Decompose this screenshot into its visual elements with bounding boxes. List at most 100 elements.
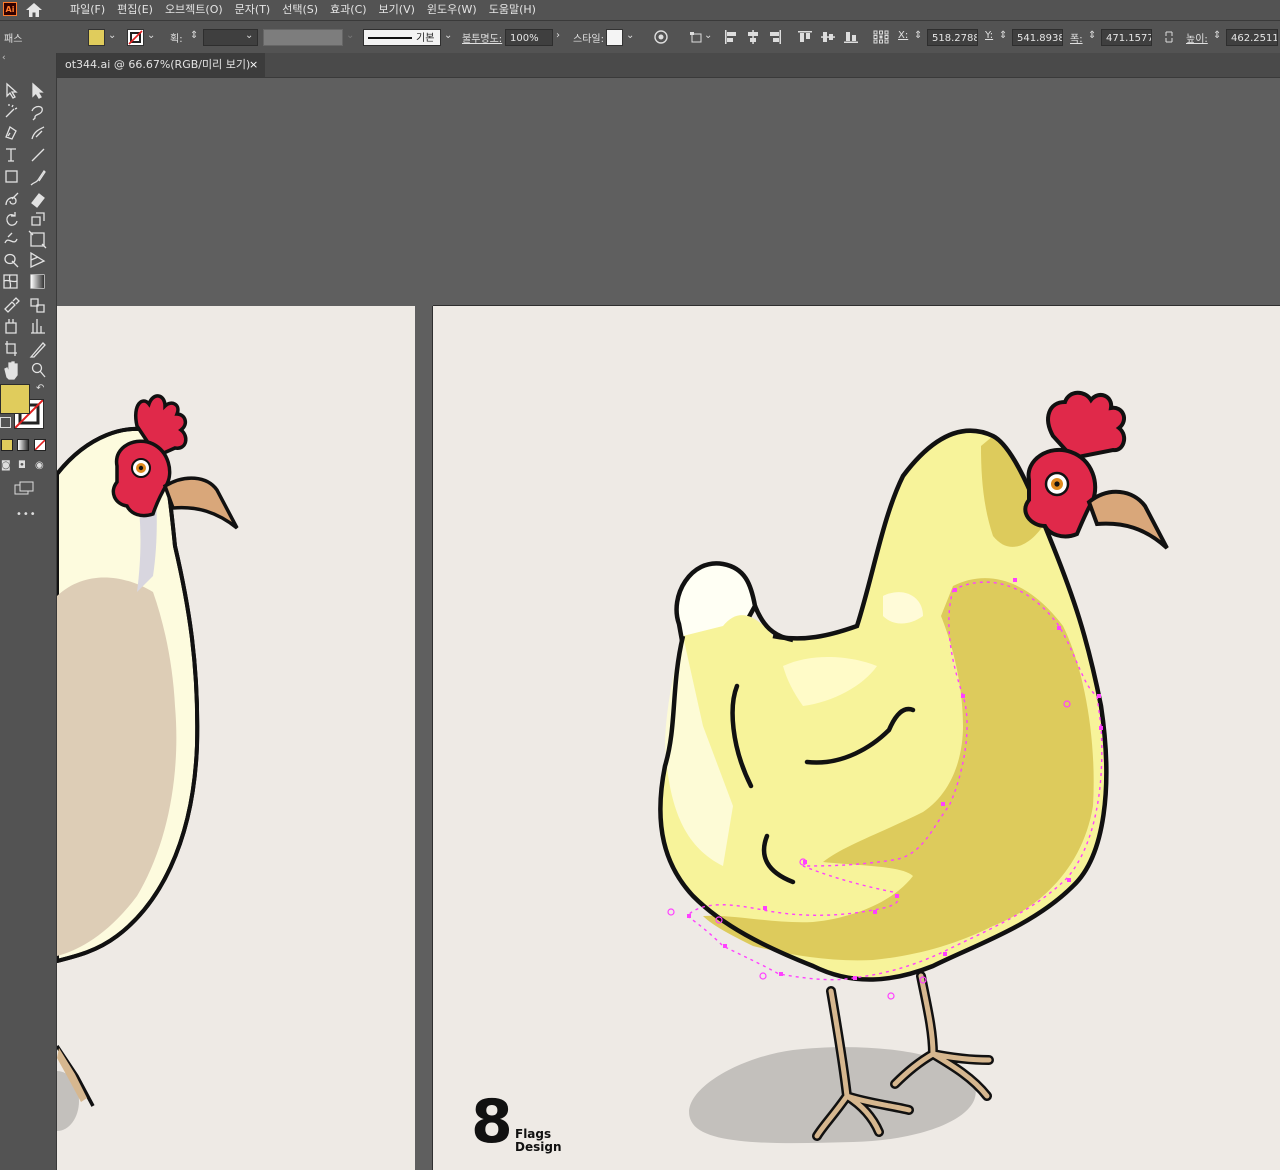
app-logo: Ai xyxy=(3,2,17,16)
artboard-right[interactable]: 8 Flags Design xyxy=(433,306,1280,1170)
menu-view[interactable]: 보기(V) xyxy=(373,0,421,20)
chevron-down-icon: ⌄ xyxy=(346,30,355,41)
color-mode-icon[interactable] xyxy=(1,439,13,451)
type-tool-icon xyxy=(6,148,16,162)
menu-select[interactable]: 선택(S) xyxy=(276,0,324,20)
document-canvas[interactable]: 8 Flags Design xyxy=(57,78,1280,1170)
x-field[interactable]: 518.2788 p xyxy=(927,29,978,46)
chevron-down-icon[interactable]: ⌄ xyxy=(147,30,155,41)
align-left-icon[interactable] xyxy=(724,30,738,44)
free-transform-tool-icon xyxy=(28,230,47,249)
constrain-link-icon[interactable] xyxy=(1162,30,1176,44)
curvature-tool-icon xyxy=(31,126,45,140)
stroke-swatch[interactable] xyxy=(127,29,144,46)
menu-edit[interactable]: 편집(E) xyxy=(111,0,159,20)
yellow-hen-illustration xyxy=(658,390,1169,1144)
edit-toolbar-button[interactable]: ••• xyxy=(16,509,37,520)
eraser-tool-icon xyxy=(31,193,45,208)
align-center-icon[interactable] xyxy=(746,30,760,44)
pen-tool-icon xyxy=(5,126,17,140)
default-colors-icon[interactable] xyxy=(0,417,11,428)
chevron-down-icon[interactable]: ⌄ xyxy=(245,30,253,41)
menu-help[interactable]: 도움말(H) xyxy=(483,0,542,20)
menu-effect[interactable]: 효과(C) xyxy=(324,0,373,20)
paintbrush-tool-icon xyxy=(30,169,46,186)
y-label: Y: xyxy=(985,30,994,41)
rotate-tool-icon xyxy=(6,212,18,226)
align-right-icon[interactable] xyxy=(768,30,782,44)
screen-mode-icon[interactable] xyxy=(14,481,34,498)
gradient-mode-icon[interactable] xyxy=(17,439,29,451)
slice-tool-icon xyxy=(29,342,46,358)
close-icon[interactable]: × xyxy=(249,53,258,77)
stepper-icon[interactable]: ⇕ xyxy=(914,30,922,41)
chevron-down-icon[interactable]: ⌄ xyxy=(108,30,116,41)
shape-builder-tool-icon xyxy=(4,253,19,268)
height-field[interactable]: 462.2511 p xyxy=(1226,29,1278,46)
logo-numeral: 8 xyxy=(471,1087,513,1157)
control-bar: 패스 ⌄ ⌄ 획: ⇕ ⌄ ⌄ 기본 ⌄ 불투명도: 100% › 스타일: ⌄… xyxy=(0,21,1280,54)
menu-window[interactable]: 윈도우(W) xyxy=(421,0,483,20)
reference-point-icon[interactable] xyxy=(873,30,889,44)
menu-object[interactable]: 오브젝트(O) xyxy=(159,0,229,20)
stroke-label: 획: xyxy=(170,34,183,45)
lasso-tool-icon xyxy=(31,105,43,121)
width-field[interactable]: 471.1577 p xyxy=(1101,29,1152,46)
hand-tool-icon xyxy=(4,361,18,380)
chevron-down-icon[interactable]: ⌄ xyxy=(626,30,634,41)
x-label: X: xyxy=(898,30,909,41)
height-label: 높이: xyxy=(1186,34,1208,45)
stepper-icon[interactable]: ⇕ xyxy=(999,30,1007,41)
collapse-panel-icon[interactable]: ‹ xyxy=(2,53,6,63)
swap-fill-stroke-icon[interactable]: ↶ xyxy=(36,383,44,394)
draw-normal-icon[interactable]: ◙ xyxy=(1,460,11,471)
opacity-label[interactable]: 불투명도: xyxy=(462,30,502,45)
document-tab-bar: ot344.ai @ 66.67%(RGB/미리 보기) × xyxy=(57,53,1280,78)
rectangle-tool-icon xyxy=(5,170,18,183)
fill-swatch[interactable] xyxy=(88,29,105,46)
brush-definition-field[interactable]: 기본 xyxy=(363,29,441,46)
fill-proxy[interactable] xyxy=(0,384,30,414)
scale-tool-icon xyxy=(31,212,45,226)
y-field[interactable]: 541.8938 p xyxy=(1012,29,1063,46)
tool-icons xyxy=(3,82,47,380)
variable-width-field[interactable] xyxy=(263,29,343,46)
menu-type[interactable]: 문자(T) xyxy=(229,0,277,20)
chevron-down-icon[interactable]: ⌄ xyxy=(704,30,712,41)
eyedropper-tool-icon xyxy=(4,297,20,313)
align-top-icon[interactable] xyxy=(798,30,812,44)
draw-inside-icon[interactable]: ◉ xyxy=(35,460,44,471)
symbol-sprayer-tool-icon xyxy=(5,319,17,334)
style-label: 스타일: xyxy=(573,34,604,45)
document-tab[interactable]: ot344.ai @ 66.67%(RGB/미리 보기) × xyxy=(57,53,265,77)
home-icon[interactable] xyxy=(24,1,44,19)
menu-file[interactable]: 파일(F) xyxy=(64,0,111,20)
selection-type-label: 패스 xyxy=(4,34,23,45)
graphic-style-swatch[interactable] xyxy=(606,29,623,46)
opacity-field[interactable]: 100% xyxy=(505,29,553,46)
warp-tool-icon xyxy=(4,232,18,244)
shaper-tool-icon xyxy=(5,192,19,206)
menu-list: 파일(F) 편집(E) 오브젝트(O) 문자(T) 선택(S) 효과(C) 보기… xyxy=(64,0,542,20)
blend-tool-icon xyxy=(30,298,45,313)
recolor-artwork-icon[interactable] xyxy=(654,30,668,44)
draw-behind-icon[interactable]: ◘ xyxy=(18,460,26,471)
document-tab-title: ot344.ai @ 66.67%(RGB/미리 보기) xyxy=(65,58,251,71)
stepper-icon[interactable]: ⇕ xyxy=(1088,30,1096,41)
perspective-grid-tool-icon xyxy=(30,251,46,269)
stroke-profile-label: 기본 xyxy=(416,33,435,44)
chevron-down-icon[interactable]: ⌄ xyxy=(444,30,452,41)
stepper-icon[interactable]: ⇕ xyxy=(1213,30,1221,41)
artboard-tool-icon xyxy=(5,341,17,356)
mesh-tool-icon xyxy=(3,274,18,289)
selection-tool-icon xyxy=(6,82,18,99)
align-bottom-icon[interactable] xyxy=(844,30,858,44)
align-to-icon[interactable] xyxy=(690,30,704,44)
align-middle-icon[interactable] xyxy=(821,30,835,44)
line-tool-icon xyxy=(31,148,45,162)
chevron-right-icon[interactable]: › xyxy=(556,30,560,41)
artboard-left[interactable] xyxy=(57,306,415,1170)
stepper-icon[interactable]: ⇕ xyxy=(190,30,198,41)
none-mode-icon[interactable] xyxy=(34,439,46,451)
logo-text-design: Design xyxy=(515,1140,562,1154)
